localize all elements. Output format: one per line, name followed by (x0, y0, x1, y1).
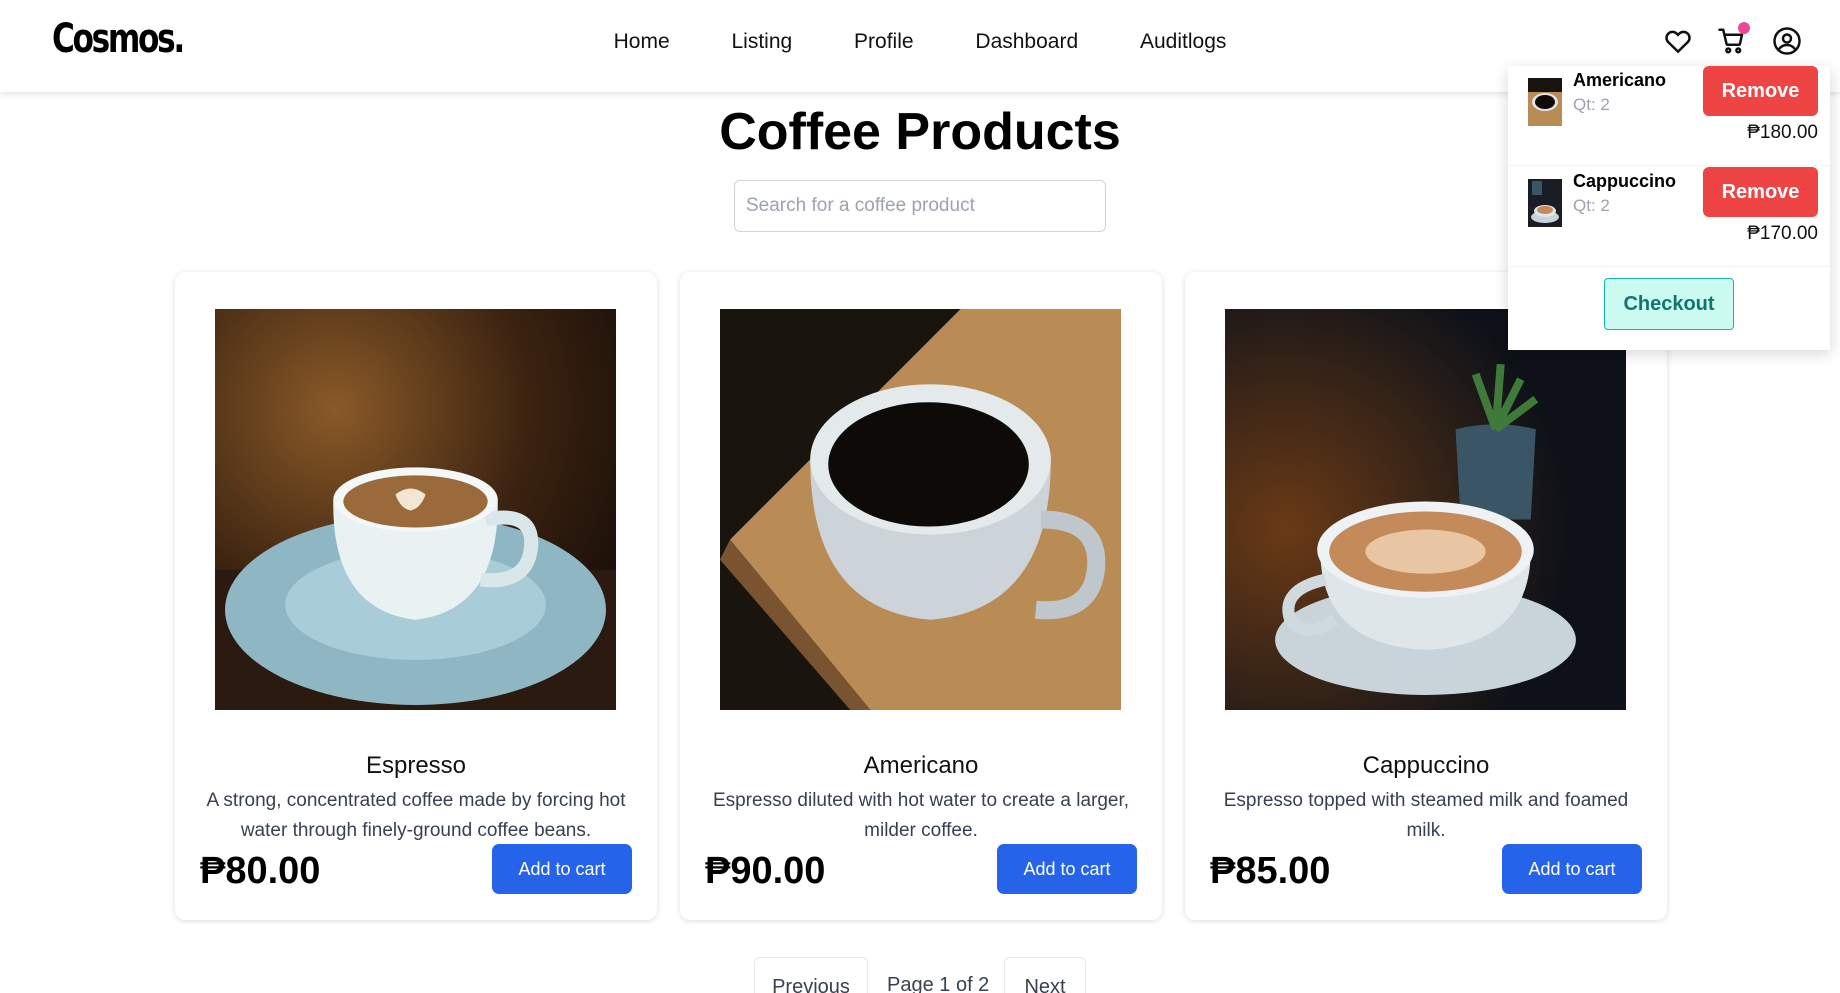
product-description: Espresso topped with steamed milk and fo… (1223, 790, 1629, 841)
product-description: Espresso diluted with hot water to creat… (712, 790, 1130, 841)
add-to-cart-button[interactable]: Add to cart (997, 844, 1137, 894)
nav-auditlogs[interactable]: Auditlogs (1140, 30, 1226, 54)
product-price: ₱80.00 (200, 850, 321, 892)
product-image (720, 309, 1121, 710)
product-image (215, 309, 616, 710)
product-name: Cappuccino (1362, 752, 1490, 779)
nav-listing[interactable]: Listing (731, 30, 792, 54)
cart-item-quantity: Qt: 2 (1573, 95, 1610, 114)
previous-page-button[interactable]: Previous (754, 957, 868, 993)
product-price: ₱85.00 (1210, 850, 1331, 892)
remove-button[interactable]: Remove (1703, 167, 1818, 217)
heart-icon[interactable] (1663, 26, 1693, 56)
product-card-espresso: Espresso A strong, concentrated coffee m… (175, 272, 657, 920)
nav-profile[interactable]: Profile (854, 30, 914, 54)
remove-button[interactable]: Remove (1703, 66, 1818, 116)
cart-item-thumbnail (1528, 78, 1562, 126)
checkout-button[interactable]: Checkout (1604, 278, 1734, 330)
product-price: ₱90.00 (705, 850, 826, 892)
main-nav: Home Listing Profile Dashboard Auditlogs (0, 30, 1840, 54)
cart-item-thumbnail (1528, 179, 1562, 227)
product-image (1225, 309, 1626, 710)
product-name: Americano (863, 752, 979, 779)
nav-home[interactable]: Home (614, 30, 670, 54)
add-to-cart-button[interactable]: Add to cart (492, 844, 632, 894)
search-input[interactable] (734, 180, 1106, 232)
cart-item-name: Americano (1573, 70, 1667, 90)
product-name: Espresso (365, 752, 467, 779)
next-page-button[interactable]: Next (1004, 957, 1086, 993)
product-card-americano: Americano Espresso diluted with hot wate… (680, 272, 1162, 920)
cart-item-quantity: Qt: 2 (1573, 196, 1610, 215)
product-card-cappuccino: Cappuccino Espresso topped with steamed … (1185, 272, 1667, 920)
cart-item: Americano Qt: 2 Remove ₱180.00 (1508, 66, 1830, 166)
cart-badge (1738, 22, 1750, 34)
cart-item-price: ₱180.00 (1747, 122, 1818, 143)
add-to-cart-button[interactable]: Add to cart (1502, 844, 1642, 894)
cart-item: Cappuccino Qt: 2 Remove ₱170.00 (1508, 167, 1830, 267)
page-indicator: Page 1 of 2 (887, 974, 990, 993)
cart-dropdown: Americano Qt: 2 Remove ₱180.00 Cappuccin… (1508, 66, 1830, 350)
product-description: A strong, concentrated coffee made by fo… (206, 790, 626, 841)
cart-item-name: Cappuccino (1573, 171, 1677, 191)
nav-dashboard[interactable]: Dashboard (975, 30, 1078, 54)
cart-item-price: ₱170.00 (1747, 223, 1818, 244)
user-circle-icon[interactable] (1772, 26, 1802, 56)
